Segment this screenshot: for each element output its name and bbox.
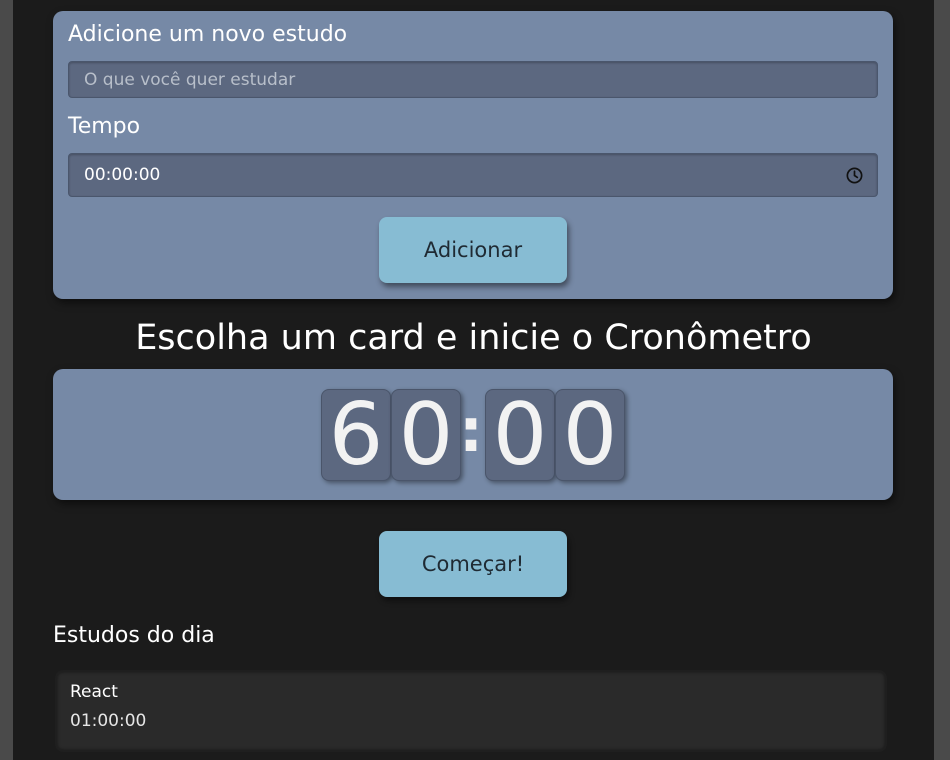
study-duration: 01:00:00	[70, 711, 147, 731]
clock-icon[interactable]	[845, 166, 864, 185]
task-label: Adicione um novo estudo	[68, 22, 348, 47]
seconds-tens-digit: 0	[485, 389, 555, 481]
timer-heading: Escolha um card e inicie o Cronômetro	[135, 318, 812, 358]
start-button[interactable]: Começar!	[379, 531, 567, 597]
time-separator: :	[459, 396, 483, 466]
time-label: Tempo	[68, 114, 141, 139]
studies-title: Estudos do dia	[53, 623, 215, 648]
task-input[interactable]	[68, 61, 878, 98]
study-name: React	[70, 682, 118, 702]
time-input[interactable]: 00:00:00	[68, 153, 878, 197]
minutes-tens-digit: 6	[321, 389, 391, 481]
add-button[interactable]: Adicionar	[379, 217, 567, 283]
stopwatch-panel: 6 0 : 0 0	[53, 369, 893, 500]
study-list-item[interactable]: React 01:00:00	[55, 670, 887, 752]
seconds-ones-digit: 0	[555, 389, 625, 481]
minutes-ones-digit: 0	[391, 389, 461, 481]
time-input-value: 00:00:00	[84, 165, 161, 185]
new-study-form: Adicione um novo estudo Tempo 00:00:00 A…	[53, 11, 893, 299]
app-container: Adicione um novo estudo Tempo 00:00:00 A…	[13, 0, 934, 760]
